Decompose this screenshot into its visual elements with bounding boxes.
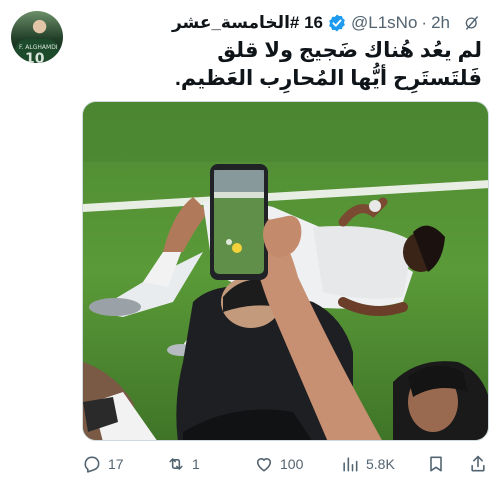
views-icon (343, 457, 358, 472)
tweet-timestamp[interactable]: 2h (431, 13, 450, 33)
tweet[interactable]: F. ALGHAMDI 10 2h · @L1sNo 16 #الخامسة_ع… (0, 0, 500, 484)
avatar-shirt-number: 10 (25, 51, 45, 63)
share-button[interactable] (468, 452, 488, 476)
like-button[interactable]: 100 (254, 452, 303, 476)
tweet-actions-bar: 17 1 100 5.8K (82, 452, 490, 476)
verified-badge-icon (329, 14, 345, 32)
tweet-text-line-2: فَلتَستَرِح أيُّها المُحارِب العَظيم. (174, 67, 482, 90)
like-count: 100 (280, 456, 304, 472)
views-button[interactable]: 5.8K (340, 452, 395, 476)
reply-button[interactable]: 17 (82, 452, 124, 476)
tweet-text-line-1: لم يعُد هُناك ضَجيج ولا قلق (217, 39, 482, 62)
reply-icon (84, 456, 100, 473)
football-photo (83, 102, 488, 440)
bookmark-button[interactable] (426, 452, 446, 476)
user-avatar[interactable]: F. ALGHAMDI 10 (11, 11, 63, 63)
tweet-text: لم يعُد هُناك ضَجيج ولا قلق فَلتَستَرِح … (102, 37, 482, 93)
bookmark-icon (430, 456, 442, 472)
tweet-media-image[interactable] (82, 101, 489, 441)
heart-icon (256, 458, 272, 472)
retweet-button[interactable]: 1 (166, 452, 200, 476)
share-icon (471, 455, 485, 472)
grok-icon[interactable] (462, 13, 482, 33)
views-count: 5.8K (366, 456, 395, 472)
retweet-icon (169, 458, 183, 470)
tweet-header: 2h · @L1sNo 16 #الخامسة_عشر (172, 12, 482, 34)
user-handle[interactable]: @L1sNo (351, 13, 417, 33)
avatar-shirt-text: F. ALGHAMDI (19, 44, 58, 51)
user-display-name[interactable]: 16 #الخامسة_عشر (172, 13, 323, 33)
header-separator: · (421, 13, 428, 32)
reply-count: 17 (108, 456, 124, 472)
retweet-count: 1 (192, 456, 200, 472)
